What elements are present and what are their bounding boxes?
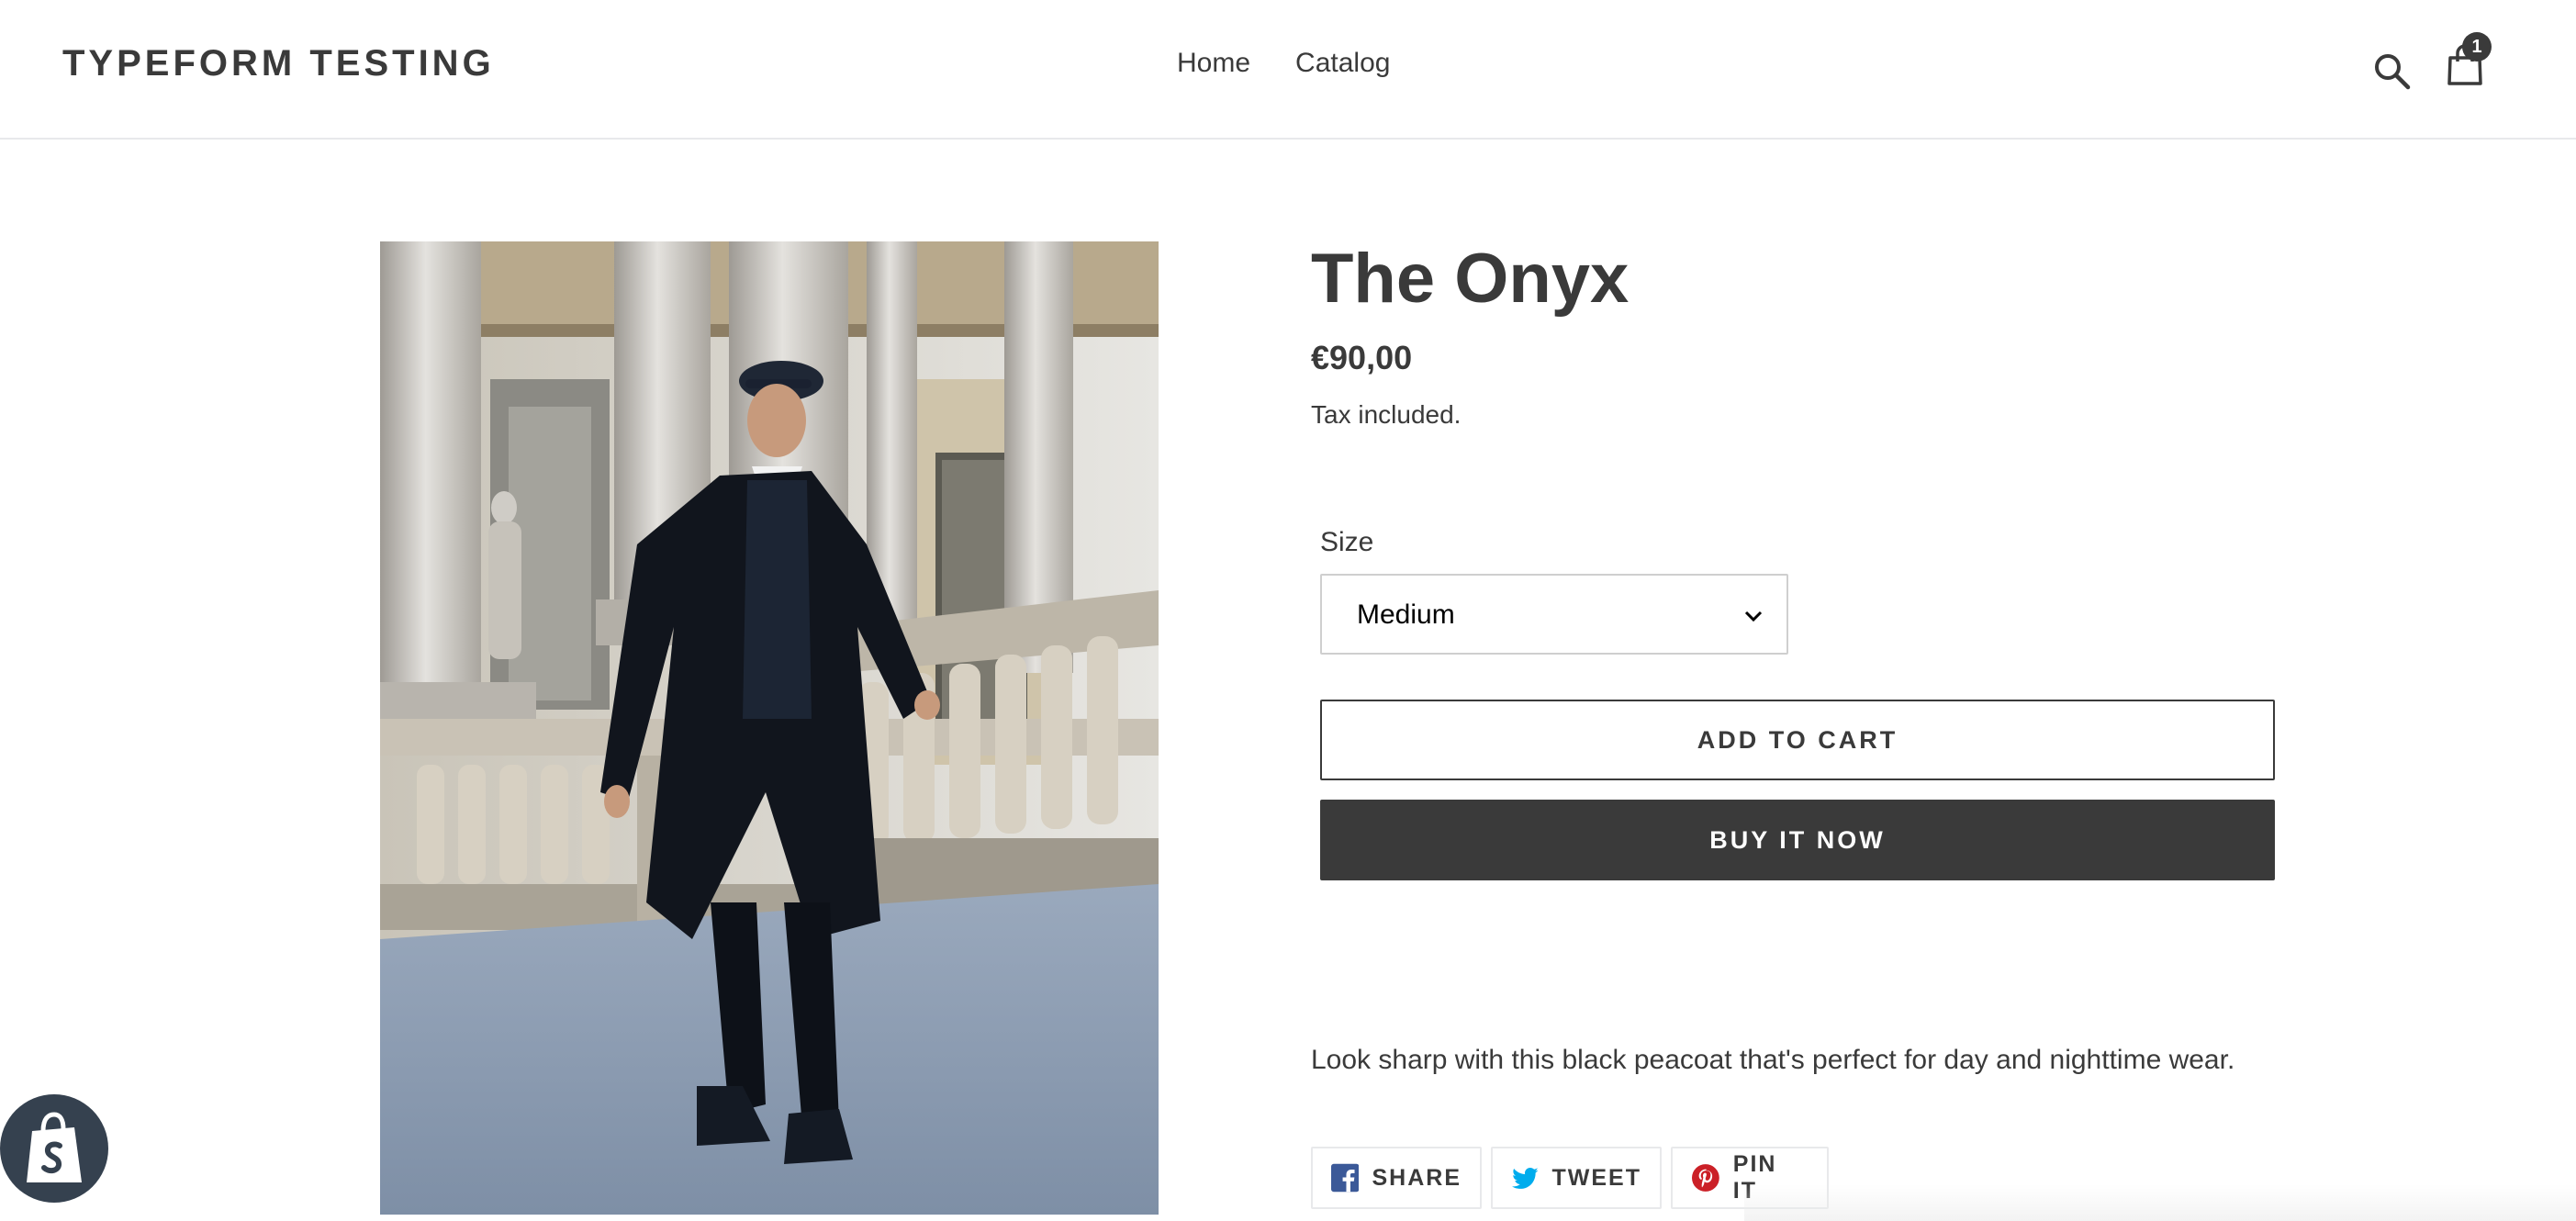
- share-facebook-button[interactable]: SHARE: [1311, 1147, 1482, 1209]
- product-price: €90,00: [1311, 339, 1413, 376]
- facebook-icon: [1331, 1163, 1360, 1193]
- size-selected-value: Medium: [1357, 599, 1455, 630]
- store-logo[interactable]: TYPEFORM TESTING: [62, 43, 495, 84]
- buy-it-now-button[interactable]: BUY IT NOW: [1320, 800, 2275, 880]
- product-image[interactable]: [380, 241, 1159, 1215]
- share-twitter-button[interactable]: TWEET: [1491, 1147, 1662, 1209]
- share-pinterest-label: PIN IT: [1732, 1151, 1777, 1204]
- twitter-icon: [1512, 1167, 1539, 1189]
- product-title: The Onyx: [1311, 240, 1630, 318]
- tax-note: Tax included.: [1311, 400, 1462, 429]
- share-facebook-label: SHARE: [1372, 1164, 1462, 1191]
- main-nav: Home Catalog: [1177, 48, 1390, 79]
- shopify-chat-badge[interactable]: [0, 1094, 108, 1203]
- pinterest-icon: [1691, 1164, 1719, 1192]
- share-twitter-label: TWEET: [1551, 1164, 1641, 1191]
- shopify-bag-icon: [27, 1112, 82, 1182]
- product-photo: [380, 241, 1159, 1215]
- size-label: Size: [1320, 527, 1374, 557]
- add-to-cart-button[interactable]: ADD TO CART: [1320, 700, 2275, 780]
- bottom-fade: [1744, 1184, 2576, 1221]
- size-select[interactable]: Medium: [1320, 574, 1788, 655]
- chevron-down-icon: [1744, 610, 1763, 622]
- nav-catalog-link[interactable]: Catalog: [1295, 48, 1390, 79]
- cart-count-badge[interactable]: 1: [2462, 32, 2492, 62]
- product-description: Look sharp with this black peacoat that'…: [1311, 1045, 2235, 1075]
- share-pinterest-button[interactable]: PIN IT: [1671, 1147, 1829, 1209]
- search-icon[interactable]: [2371, 50, 2412, 91]
- site-header: TYPEFORM TESTING Home Catalog 1: [0, 0, 2576, 140]
- nav-home-link[interactable]: Home: [1177, 48, 1250, 79]
